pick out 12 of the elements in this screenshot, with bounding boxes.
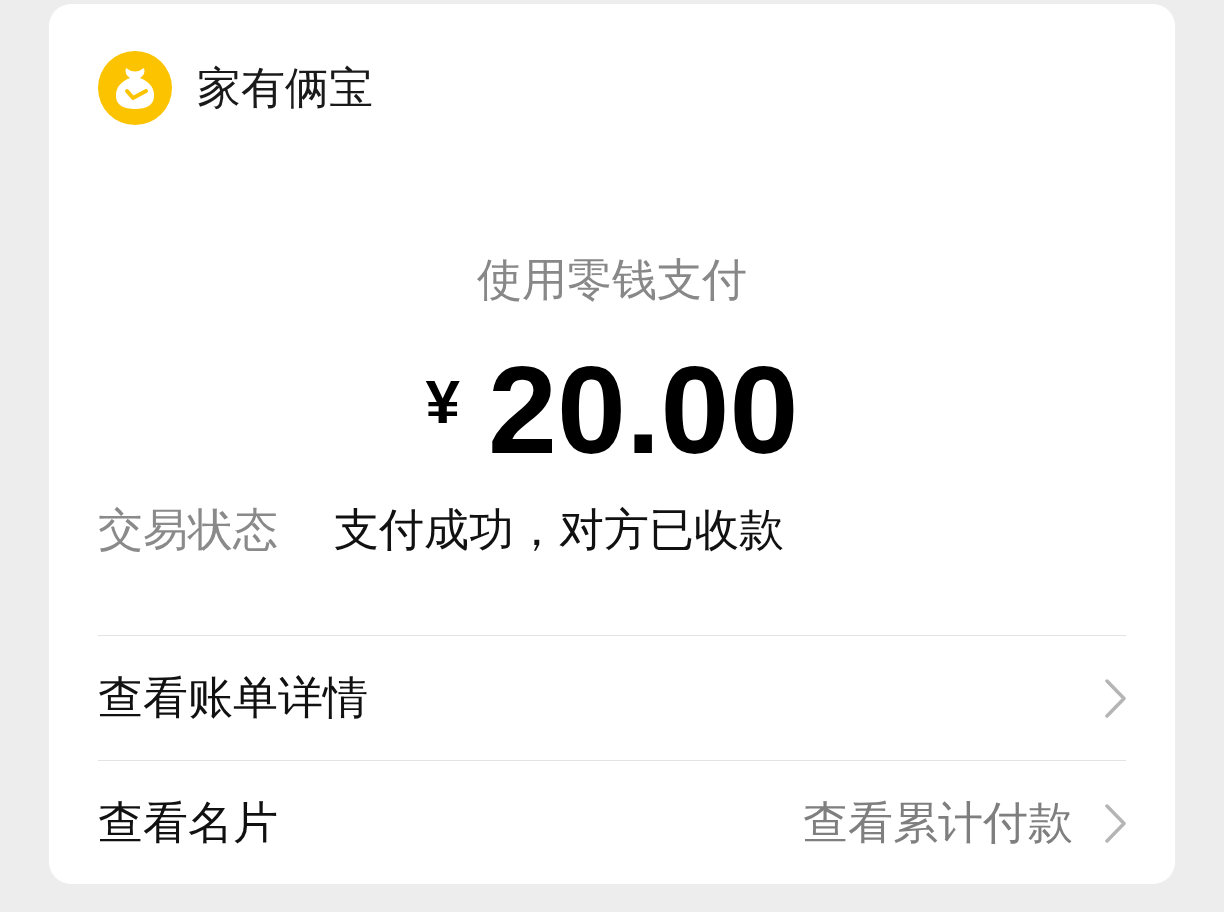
money-bag-logo-icon bbox=[98, 51, 172, 125]
detail-label: 交易状态 bbox=[98, 502, 278, 558]
currency-symbol: ¥ bbox=[425, 370, 461, 434]
list-item-label[interactable]: 查看名片 bbox=[98, 793, 278, 853]
list-item-hint[interactable]: 查看累计付款 bbox=[803, 793, 1073, 853]
amount-value: 20.00 bbox=[488, 348, 799, 472]
chevron-right-icon bbox=[1105, 678, 1126, 718]
detail-value: 支付成功，对方已收款 bbox=[334, 502, 784, 558]
merchant-name: 家有俩宝 bbox=[197, 61, 373, 115]
payment-method-text: 使用零钱支付 bbox=[477, 252, 747, 308]
chevron-right-icon bbox=[1105, 803, 1126, 843]
list-item-label[interactable]: 查看账单详情 bbox=[98, 668, 368, 728]
